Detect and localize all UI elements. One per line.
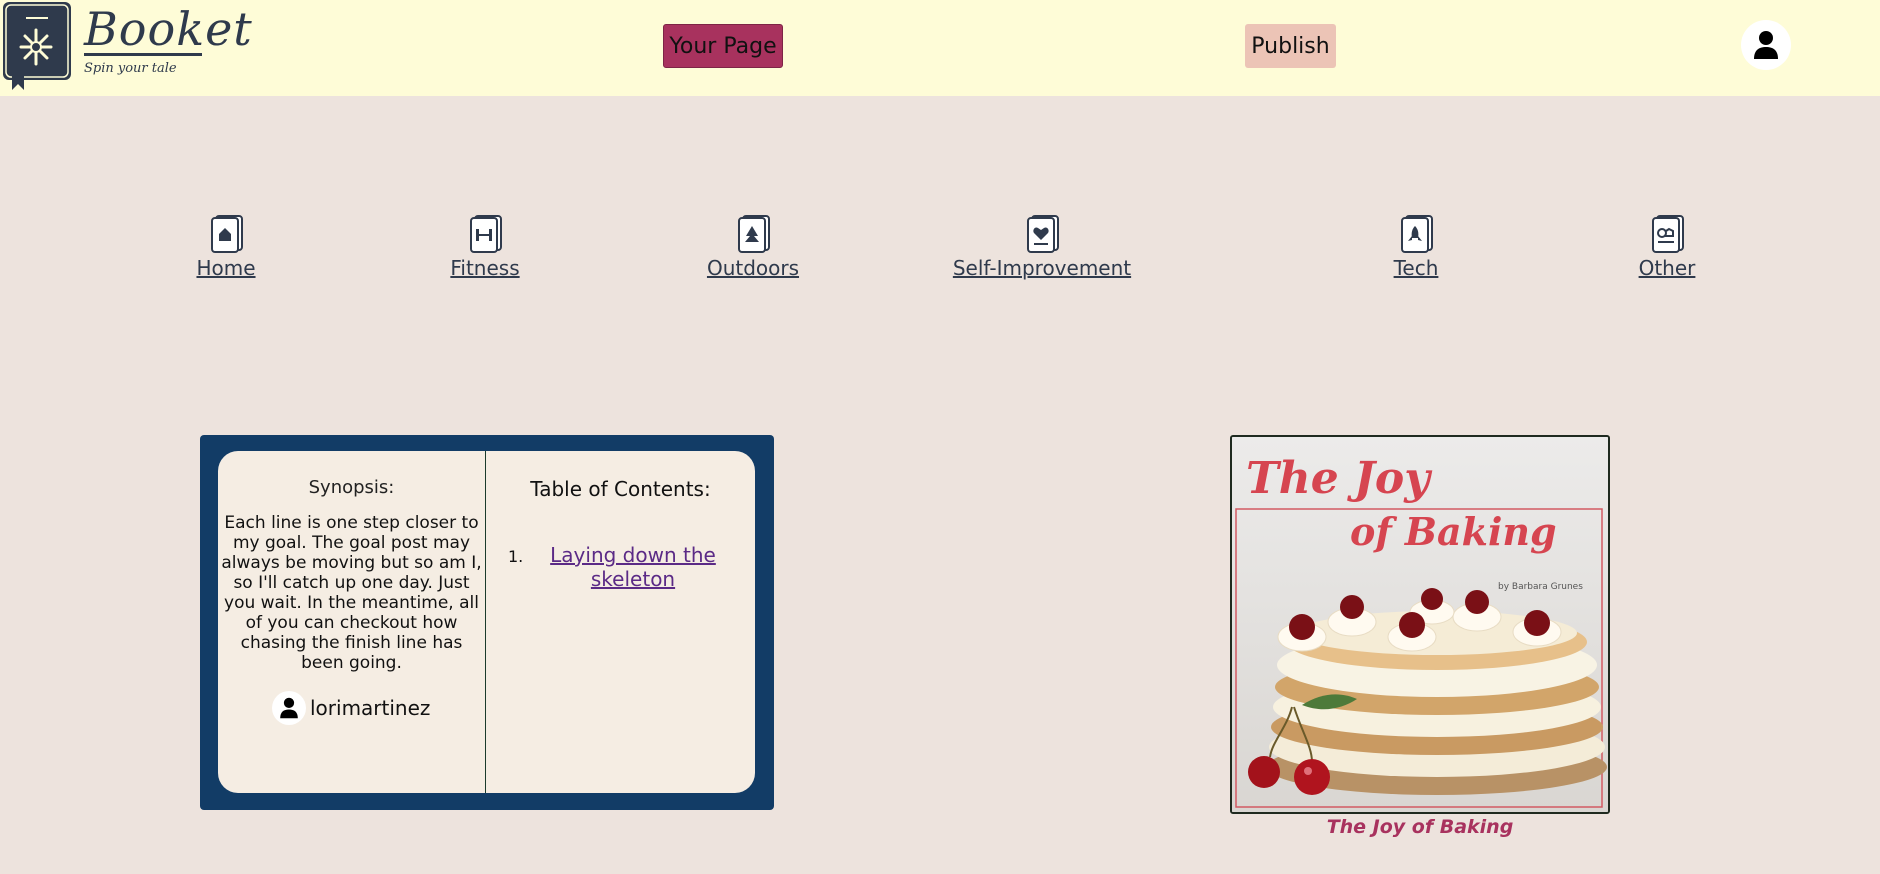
author-link[interactable]: lorimartinez	[272, 691, 430, 725]
book-rocket-icon	[1400, 215, 1433, 253]
book-tree-icon	[737, 215, 770, 253]
publish-button[interactable]: Publish	[1245, 24, 1336, 68]
category-outdoors[interactable]: Outdoors	[707, 214, 799, 280]
category-other-label: Other	[1638, 256, 1696, 280]
category-self-improvement-label: Self-Improvement	[952, 256, 1132, 280]
synopsis-title: Synopsis:	[308, 477, 395, 498]
profile-button[interactable]	[1741, 20, 1791, 70]
category-self-improvement[interactable]: Self-Improvement	[953, 214, 1131, 280]
book-heart-icon	[1026, 215, 1059, 253]
cover-title-line1: The Joy	[1246, 453, 1433, 504]
book-misc-icon	[1651, 215, 1684, 253]
author-avatar	[272, 691, 306, 725]
toc-title: Table of Contents:	[530, 477, 711, 501]
category-fitness[interactable]: Fitness	[450, 214, 520, 280]
category-fitness-label: Fitness	[450, 256, 520, 280]
book-cover-image[interactable]: The Joy of Baking by Barbara Grunes	[1230, 435, 1610, 814]
toc-item-link[interactable]: Laying down the skeleton	[538, 543, 728, 591]
booket-logo-icon[interactable]	[0, 0, 76, 92]
your-page-button[interactable]: Your Page	[663, 24, 783, 68]
cover-title-line2: of Baking	[1350, 509, 1557, 554]
book-pages: Synopsis: Each line is one step closer t…	[218, 451, 755, 793]
book-dumbbell-icon	[470, 215, 502, 253]
synopsis-text: Each line is one step closer to my goal.…	[221, 513, 482, 673]
category-tech-label: Tech	[1393, 256, 1439, 280]
logo-title: Booket	[84, 2, 253, 56]
category-home-label: Home	[196, 256, 256, 280]
logo-tagline: Spin your tale	[84, 61, 177, 76]
user-icon	[1754, 31, 1778, 59]
book-title-caption[interactable]: The Joy of Baking	[1230, 816, 1610, 838]
category-home[interactable]: Home	[196, 214, 256, 280]
top-header: Booket Spin your tale Your Page Publish	[0, 0, 1880, 96]
book-panel: Synopsis: Each line is one step closer t…	[200, 435, 774, 810]
category-tech[interactable]: Tech	[1393, 214, 1439, 280]
category-other[interactable]: Other	[1638, 214, 1696, 280]
toc-item-number: 1.	[508, 547, 524, 566]
logo-underline	[84, 53, 202, 56]
category-outdoors-label: Outdoors	[706, 256, 800, 280]
author-name: lorimartinez	[310, 696, 431, 720]
book-home-icon	[211, 215, 243, 253]
cover-byline: by Barbara Grunes	[1498, 582, 1583, 592]
page-divider	[485, 451, 486, 793]
user-icon	[280, 697, 298, 719]
